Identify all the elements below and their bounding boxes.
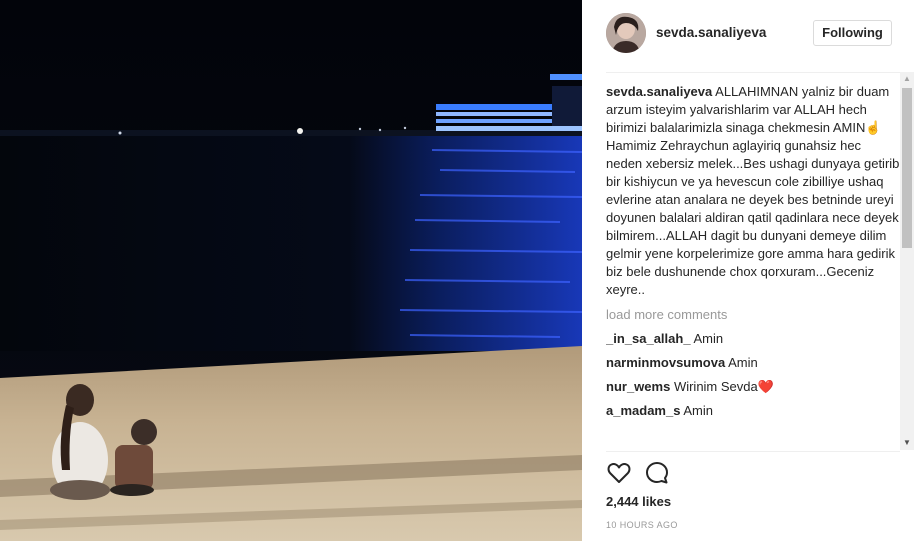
heart-outline-icon[interactable] xyxy=(606,460,632,486)
comment-username[interactable]: narminmovsumova xyxy=(606,355,725,370)
actions-divider xyxy=(606,451,900,452)
comments-scrollbar[interactable]: ▲ ▼ xyxy=(900,72,914,450)
load-more-comments-link[interactable]: load more comments xyxy=(606,306,900,324)
comment-item: nur_wems Wirinim Sevda❤️ xyxy=(606,378,900,396)
scroll-down-arrow-icon[interactable]: ▼ xyxy=(900,436,914,450)
comment-username[interactable]: a_madam_s xyxy=(606,403,680,418)
following-button[interactable]: Following xyxy=(813,20,892,46)
comment-username[interactable]: _in_sa_allah_ xyxy=(606,331,691,346)
likes-count[interactable]: 2,444 likes xyxy=(606,494,671,509)
scrollbar-thumb[interactable] xyxy=(902,88,912,248)
header-divider xyxy=(606,72,900,73)
post-header: sevda.sanaliyeva Following xyxy=(582,0,914,72)
post-actions xyxy=(606,460,886,488)
comment-text: Amin xyxy=(683,403,713,418)
caption: sevda.sanaliyeva ALLAHIMNAN yalniz bir d… xyxy=(606,83,900,299)
profile-photo-icon xyxy=(606,13,646,53)
post-timestamp[interactable]: 10 HOURS AGO xyxy=(606,520,678,530)
post-details-panel: sevda.sanaliyeva Following sevda.sanaliy… xyxy=(582,0,914,541)
night-seaside-image xyxy=(0,0,582,541)
comment-item: narminmovsumova Amin xyxy=(606,354,900,372)
scroll-up-arrow-icon[interactable]: ▲ xyxy=(900,72,914,86)
post-photo[interactable] xyxy=(0,0,582,541)
avatar[interactable] xyxy=(606,13,646,53)
comment-text: Wirinim Sevda❤️ xyxy=(673,379,774,394)
comments-section: sevda.sanaliyeva ALLAHIMNAN yalniz bir d… xyxy=(606,82,900,455)
comment-item: a_madam_s Amin xyxy=(606,402,900,420)
caption-username[interactable]: sevda.sanaliyeva xyxy=(606,84,712,99)
comment-text: Amin xyxy=(693,331,724,346)
comment-username[interactable]: nur_wems xyxy=(606,379,670,394)
post-username[interactable]: sevda.sanaliyeva xyxy=(656,25,766,40)
comment-item: _in_sa_allah_ Amin xyxy=(606,330,900,348)
comment-text: Amin xyxy=(728,355,758,370)
caption-text: ALLAHIMNAN yalniz bir duam arzum isteyim… xyxy=(606,84,900,297)
comment-bubble-icon[interactable] xyxy=(644,460,670,486)
